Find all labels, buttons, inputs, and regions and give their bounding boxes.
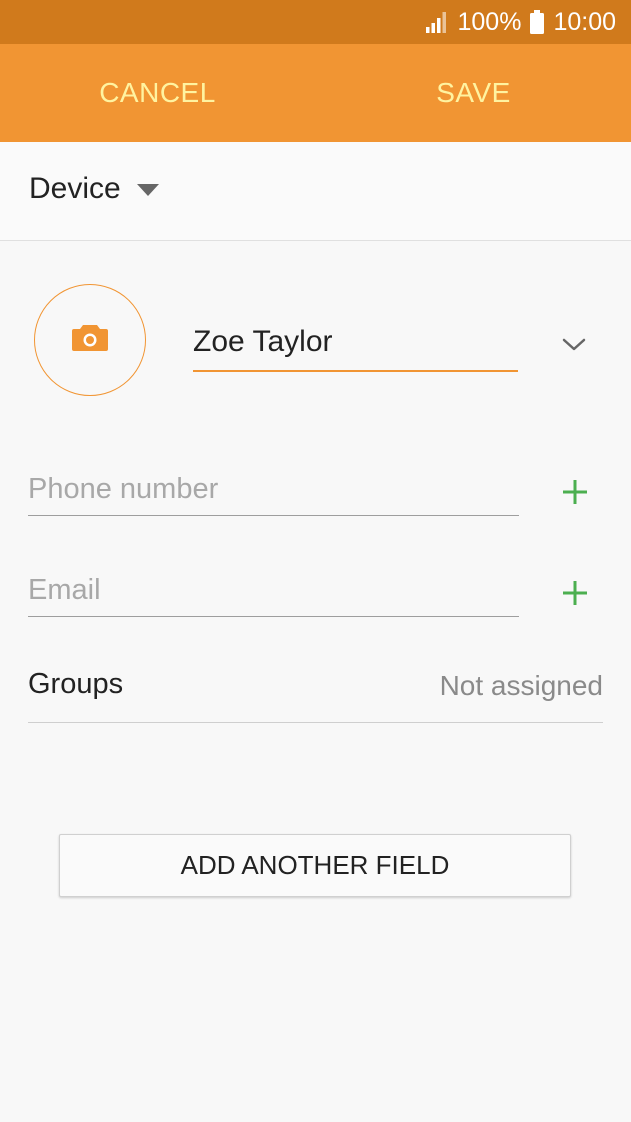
save-button[interactable]: SAVE: [316, 44, 631, 142]
add-another-field-button[interactable]: ADD ANOTHER FIELD: [59, 834, 571, 897]
add-email-plus-icon[interactable]: [560, 578, 590, 608]
signal-icon: [425, 11, 449, 33]
email-field: [28, 567, 519, 617]
status-indicators: 100% 10:00: [425, 0, 616, 44]
contact-photo-button[interactable]: [34, 284, 146, 396]
status-time: 10:00: [553, 7, 616, 36]
storage-row: Device: [0, 142, 631, 241]
dropdown-arrow-icon: [136, 184, 159, 196]
status-bar: 100% 10:00: [0, 0, 631, 44]
battery-percent: 100%: [457, 7, 522, 36]
groups-label: Groups: [28, 668, 124, 700]
storage-location-label: Device: [29, 172, 121, 205]
groups-value: Not assigned: [439, 670, 603, 701]
battery-icon: [529, 10, 545, 34]
name-input[interactable]: [193, 318, 518, 366]
phone-number-input[interactable]: [28, 466, 519, 512]
expand-name-chevron-icon[interactable]: [560, 332, 588, 361]
name-field: [193, 318, 518, 372]
phone-number-field: [28, 466, 519, 516]
camera-icon: [71, 323, 109, 358]
groups-row[interactable]: Groups Not assigned: [28, 660, 603, 723]
add-phone-plus-icon[interactable]: [560, 477, 590, 507]
app-bar: CANCEL SAVE: [0, 44, 631, 142]
cancel-button[interactable]: CANCEL: [0, 44, 315, 142]
email-input[interactable]: [28, 567, 519, 613]
storage-location-dropdown[interactable]: Device: [29, 172, 159, 206]
